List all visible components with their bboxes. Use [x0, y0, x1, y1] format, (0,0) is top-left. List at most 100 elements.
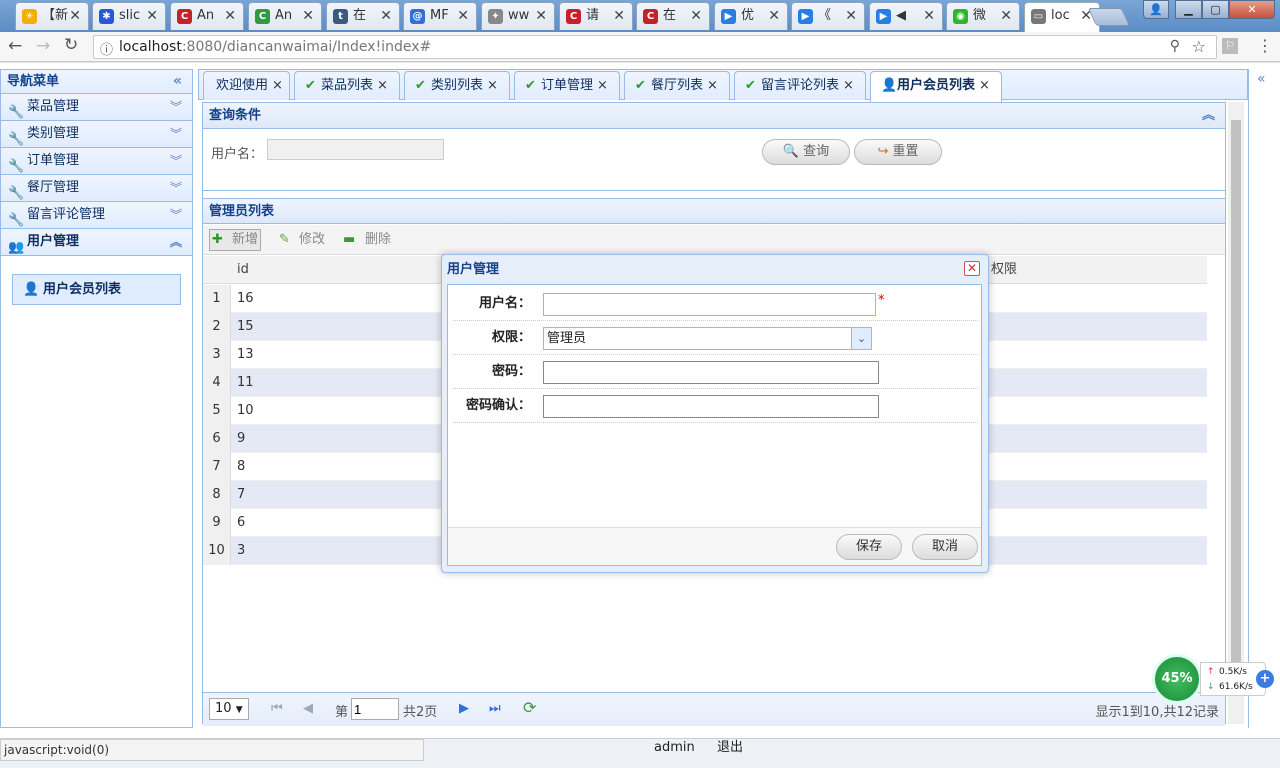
reload-icon[interactable]: ↻: [64, 35, 78, 55]
expand-right-icon[interactable]: «: [1257, 71, 1266, 87]
menu-icon[interactable]: ⋮: [1257, 36, 1273, 55]
info-icon[interactable]: ⓘ: [100, 39, 113, 58]
new-tab-button[interactable]: [1087, 8, 1131, 26]
vertical-scrollbar[interactable]: [1228, 102, 1244, 724]
close-tab-icon[interactable]: ✕: [845, 3, 857, 29]
browser-tab[interactable]: ▶ 《 ✕: [791, 2, 865, 30]
sidebar-section[interactable]: 🔧 订单管理 ︾: [1, 148, 192, 175]
close-tab-icon[interactable]: ✕: [690, 3, 702, 29]
browser-tab[interactable]: C 请 ✕: [559, 2, 633, 30]
next-page-icon[interactable]: ▶: [459, 701, 469, 716]
content-tab[interactable]: ✔ 餐厅列表 ×: [624, 71, 730, 100]
sidebar-section[interactable]: 🔧 餐厅管理 ︾: [1, 175, 192, 202]
browser-tab[interactable]: @ MF ✕: [403, 2, 477, 30]
sidebar-section[interactable]: 👥 用户管理 ︽: [1, 229, 192, 256]
close-tab-icon[interactable]: ✕: [457, 3, 469, 29]
content-tab[interactable]: ✔ 订单管理 ×: [514, 71, 620, 100]
chevron-down-icon[interactable]: ︾: [170, 121, 182, 147]
add-button[interactable]: ✚ 新增: [209, 229, 261, 251]
sidebar-item-user-member-list[interactable]: 👤 用户会员列表: [12, 274, 181, 305]
chevron-up-icon[interactable]: ︽: [170, 229, 182, 255]
close-tab-icon[interactable]: ✕: [302, 3, 314, 29]
close-tab-icon[interactable]: ✕: [1080, 3, 1092, 29]
close-tab-icon[interactable]: ×: [377, 78, 388, 93]
chevron-down-icon[interactable]: ⌄: [851, 328, 871, 349]
forward-icon[interactable]: →: [36, 36, 50, 56]
delete-button[interactable]: ▬ 删除: [343, 225, 391, 255]
permission-select[interactable]: 管理员 ⌄: [543, 327, 872, 350]
close-tab-icon[interactable]: ✕: [923, 3, 935, 29]
close-icon[interactable]: ✕: [964, 261, 980, 276]
browser-tab[interactable]: C 在 ✕: [636, 2, 710, 30]
address-bar[interactable]: ⓘ localhost:8080/diancanwaimai/Index!ind…: [93, 35, 1217, 59]
close-tab-icon[interactable]: ✕: [224, 3, 236, 29]
zoom-icon[interactable]: ⚲: [1170, 38, 1180, 54]
chevron-down-icon[interactable]: ︾: [170, 202, 182, 228]
user-icon[interactable]: 👤: [1143, 0, 1169, 19]
browser-tab[interactable]: ▶ 优 ✕: [714, 2, 788, 30]
sidebar-section[interactable]: 🔧 菜品管理 ︾: [1, 94, 192, 121]
dialog-username-input[interactable]: [543, 293, 876, 316]
refresh-icon[interactable]: ⟳: [523, 698, 536, 717]
content-tab[interactable]: 👤 用户会员列表 ×: [870, 71, 1002, 102]
close-tab-icon[interactable]: ✕: [69, 3, 81, 29]
close-tab-icon[interactable]: ✕: [1000, 3, 1012, 29]
close-tab-icon[interactable]: ×: [707, 78, 718, 93]
page-size-select[interactable]: 10 ▼: [209, 698, 249, 720]
maximize-button[interactable]: ▢: [1202, 0, 1229, 19]
star-icon[interactable]: ☆: [1192, 37, 1206, 56]
content-tab[interactable]: ✔ 留言评论列表 ×: [734, 71, 866, 100]
prev-page-icon[interactable]: ◀: [303, 701, 313, 716]
collapse-left-icon[interactable]: «: [173, 70, 182, 93]
browser-tab[interactable]: ◉ 微 ✕: [946, 2, 1020, 30]
extension-icon[interactable]: ⚐: [1222, 38, 1238, 54]
close-tab-icon[interactable]: ×: [979, 78, 990, 93]
close-tab-icon[interactable]: ×: [272, 78, 283, 93]
content-tab[interactable]: 欢迎使用 ×: [203, 71, 290, 100]
net-monitor-add-icon[interactable]: +: [1256, 670, 1274, 688]
close-tab-icon[interactable]: ×: [843, 78, 854, 93]
browser-tab[interactable]: C An ✕: [248, 2, 322, 30]
browser-tab[interactable]: t 在 ✕: [326, 2, 400, 30]
minimize-button[interactable]: ▁: [1175, 0, 1202, 19]
browser-tab[interactable]: ▶ ◀ ✕: [869, 2, 943, 30]
logout-link[interactable]: 退出: [717, 739, 743, 757]
scrollbar-thumb[interactable]: [1231, 120, 1241, 680]
browser-tab[interactable]: ✦ ww ✕: [481, 2, 555, 30]
chevron-down-icon[interactable]: ︾: [170, 148, 182, 174]
close-tab-icon[interactable]: ✕: [535, 3, 547, 29]
close-tab-icon[interactable]: ✕: [380, 3, 392, 29]
collapse-up-icon[interactable]: ︽: [1202, 103, 1215, 128]
password-confirm-input[interactable]: [543, 395, 879, 418]
close-tab-icon[interactable]: ×: [487, 78, 498, 93]
net-monitor-gauge[interactable]: 45%: [1152, 654, 1202, 704]
back-icon[interactable]: ←: [8, 36, 22, 56]
browser-tab[interactable]: C An ✕: [170, 2, 244, 30]
column-header-permission[interactable]: 权限: [991, 256, 1017, 284]
edit-button[interactable]: ✎ 修改: [279, 225, 325, 255]
browser-tab[interactable]: ✱ slic ✕: [92, 2, 166, 30]
sidebar-section[interactable]: 🔧 类别管理 ︾: [1, 121, 192, 148]
save-button[interactable]: 保存: [836, 534, 902, 560]
sidebar-section[interactable]: 🔧 留言评论管理 ︾: [1, 202, 192, 229]
content-tab[interactable]: ✔ 类别列表 ×: [404, 71, 510, 100]
browser-tab[interactable]: ▭ loc ✕: [1024, 2, 1100, 32]
page-number-input[interactable]: [351, 698, 399, 720]
close-tab-icon[interactable]: ✕: [768, 3, 780, 29]
column-header-id[interactable]: id: [237, 256, 249, 284]
reset-button[interactable]: ↪ 重置: [854, 139, 942, 165]
close-tab-icon[interactable]: ×: [597, 78, 608, 93]
close-tab-icon[interactable]: ✕: [146, 3, 158, 29]
chevron-down-icon[interactable]: ︾: [170, 94, 182, 120]
username-search-input[interactable]: [267, 139, 444, 160]
password-input[interactable]: [543, 361, 879, 384]
first-page-icon[interactable]: ⏮: [271, 701, 283, 716]
search-button[interactable]: 🔍 查询: [762, 139, 850, 165]
browser-tab[interactable]: ☀ 【新 ✕: [15, 2, 89, 30]
content-tab[interactable]: ✔ 菜品列表 ×: [294, 71, 400, 100]
last-page-icon[interactable]: ⏭: [489, 701, 501, 716]
cancel-button[interactable]: 取消: [912, 534, 978, 560]
close-tab-icon[interactable]: ✕: [613, 3, 625, 29]
close-window-button[interactable]: ✕: [1229, 0, 1275, 19]
chevron-down-icon[interactable]: ︾: [170, 175, 182, 201]
